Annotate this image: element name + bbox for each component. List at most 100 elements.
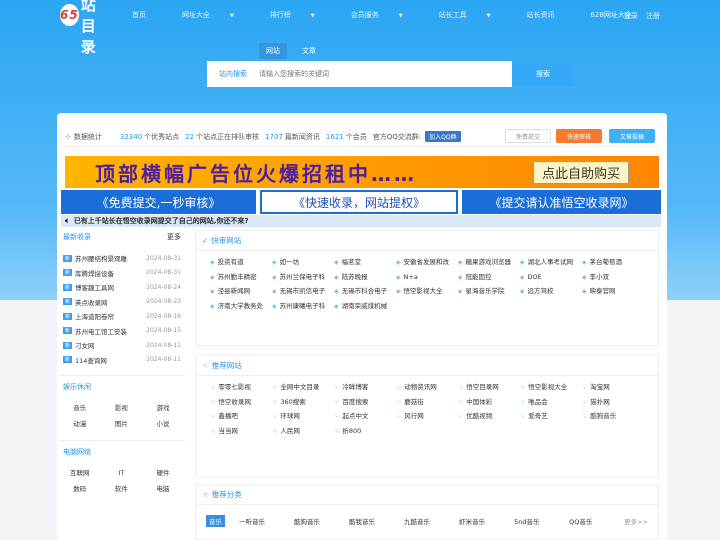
computer-link[interactable]: IT: [101, 465, 143, 481]
list-item[interactable]: 新刁女网 2024-08-11: [59, 338, 185, 353]
recommend-site-link[interactable]: ☜ 动物资讯网: [396, 380, 458, 395]
fast-site-link[interactable]: ◈ 苏州康曦电子科: [272, 299, 334, 314]
recommend-site-link[interactable]: ☜ 鑫播吧: [210, 409, 272, 424]
computer-link[interactable]: 电脑: [142, 481, 184, 497]
leisure-link[interactable]: 小说: [142, 416, 184, 432]
leisure-link[interactable]: 音乐: [59, 400, 101, 416]
fast-site-link[interactable]: ◈ 苏州兰保电子科: [272, 270, 334, 285]
top-banner-ad[interactable]: 顶部横幅广告位火爆招租中…… 点此自助购买: [65, 156, 659, 188]
fast-site-link[interactable]: ◈ 安徽省发展和改: [396, 255, 458, 270]
fast-site-link[interactable]: ◈ 悟空影视大全: [396, 284, 458, 299]
recommend-site-link[interactable]: ☜ 淘宝网: [582, 380, 644, 395]
recommend-site-link[interactable]: ☜ 冷眸博客: [334, 380, 396, 395]
computer-link[interactable]: 软件: [101, 481, 143, 497]
fast-site-link[interactable]: ◈ 冠能固控: [458, 270, 520, 285]
fast-site-link[interactable]: ◈ 无锡市凯信电子: [272, 284, 334, 299]
fast-site-link[interactable]: ◈ 茅台葡萄酒: [582, 255, 644, 270]
nav-item-5[interactable]: 站长资讯: [526, 10, 572, 20]
recommend-site-link[interactable]: ☜ 环球网: [272, 409, 334, 424]
category-link[interactable]: 酷狗音乐: [294, 516, 349, 526]
tab-site[interactable]: 网站: [259, 43, 287, 59]
fast-site-link[interactable]: ◈ 苏州勤丰精密: [210, 270, 272, 285]
search-button[interactable]: 搜索: [512, 61, 574, 87]
banner-buy-button[interactable]: 点此自助购买: [532, 161, 629, 184]
nav-item-4[interactable]: 站长工具 ▼: [439, 10, 509, 20]
recommend-site-link[interactable]: ☜ 酷狗音乐: [582, 409, 644, 424]
recommend-site-link[interactable]: ☜ 悟空目录网: [458, 380, 520, 395]
computer-link[interactable]: 互联网: [59, 465, 101, 481]
fast-site-link[interactable]: ◈ 糖果游戏浏览器: [458, 255, 520, 270]
nav-item-2[interactable]: 排行榜 ▼: [270, 10, 333, 20]
recommend-site-link[interactable]: ☜ 零零七影视: [210, 380, 272, 395]
search-input[interactable]: [259, 70, 512, 78]
category-tag[interactable]: 音乐: [206, 515, 225, 527]
leisure-link[interactable]: 影视: [101, 400, 143, 416]
fast-site-link[interactable]: ◈ 远方驾校: [520, 284, 582, 299]
fast-site-link[interactable]: ◈ 湖北人事考试网: [520, 255, 582, 270]
category-link[interactable]: 一听音乐: [239, 516, 294, 526]
list-item[interactable]: 新上海道阳卷帘 2024-08-16: [59, 309, 185, 324]
promo-bar-3[interactable]: 《提交请认准悟空收录网》: [462, 190, 661, 214]
recommend-site-link[interactable]: ☜ 全网中文目录: [272, 380, 334, 395]
recommend-site-link[interactable]: ☜ 人民网: [272, 424, 334, 439]
fast-site-link[interactable]: ◈ 星海音乐学院: [458, 284, 520, 299]
promo-bar-1[interactable]: 《免费提交,一秒审核》: [61, 190, 256, 214]
fast-site-link[interactable]: ◈ 映泰官网: [582, 284, 644, 299]
recommend-site-link[interactable]: ☜ 猫扑网: [582, 395, 644, 410]
article-submit-button[interactable]: 文章投稿: [609, 129, 655, 143]
nav-item-0[interactable]: 首页: [132, 10, 164, 20]
fast-site-link[interactable]: ◈ 无锡市科合电子: [334, 284, 396, 299]
category-link[interactable]: 九酷音乐: [404, 516, 459, 526]
fast-site-link[interactable]: ◈ 陆苏晚报: [334, 270, 396, 285]
leisure-link[interactable]: 动漫: [59, 416, 101, 432]
recommend-site-link[interactable]: ☜ 360搜索: [272, 395, 334, 410]
category-link[interactable]: 酷我音乐: [349, 516, 404, 526]
free-submit-button[interactable]: 免费提交: [505, 129, 551, 143]
list-item[interactable]: 新芙点收录网 2024-08-23: [59, 295, 185, 310]
fast-review-button[interactable]: 快速审核: [556, 129, 602, 143]
site-logo[interactable]: 65 网站目录: [60, 0, 100, 57]
category-link[interactable]: QQ音乐: [569, 516, 624, 526]
list-item[interactable]: 新苏州电工馆工安装 2024-08-15: [59, 324, 185, 339]
fast-site-link[interactable]: ◈ 投资有道: [210, 255, 272, 270]
list-item[interactable]: 新 114查询网 2024-08-11: [59, 353, 185, 368]
recommend-site-link[interactable]: ☜ 悟空收录网: [210, 395, 272, 410]
latest-more-link[interactable]: 更多: [167, 232, 181, 242]
register-link[interactable]: 注册: [646, 12, 660, 20]
recommend-site-link[interactable]: ☜ 百度搜索: [334, 395, 396, 410]
recommend-site-link[interactable]: ☜ 爱奇艺: [520, 409, 582, 424]
recommend-site-link[interactable]: ☜ 蘑菇街: [396, 395, 458, 410]
category-link[interactable]: 5nd音乐: [514, 516, 569, 526]
recommend-site-link[interactable]: ☜ 折800: [334, 424, 396, 439]
recommend-site-link[interactable]: ☜ 风行网: [396, 409, 458, 424]
category-link[interactable]: 虾米音乐: [459, 516, 514, 526]
login-link[interactable]: 登录: [624, 12, 638, 20]
recommend-site-link[interactable]: ☜ 中国体彩: [458, 395, 520, 410]
fast-site-link[interactable]: ◈ 如一坊: [272, 255, 334, 270]
fast-site-link[interactable]: ◈ DOE: [520, 270, 582, 285]
fast-site-link[interactable]: ◈ N+a: [396, 270, 458, 285]
category-more-link[interactable]: 更多>>: [624, 516, 648, 526]
leisure-link[interactable]: 图片: [101, 416, 143, 432]
fast-site-link[interactable]: ◈ 湖南荣威煤机械: [334, 299, 396, 314]
nav-item-1[interactable]: 网址大全 ▼: [182, 10, 252, 20]
promo-bar-2[interactable]: 《快速收录，网站提权》: [260, 190, 458, 214]
recommend-site-link[interactable]: ☜ 悟空影视大全: [520, 380, 582, 395]
recommend-site-link[interactable]: ☜ 唯品会: [520, 395, 582, 410]
list-item[interactable]: 新库腾焊接设备 2024-08-31: [59, 266, 185, 281]
computer-link[interactable]: 数码: [59, 481, 101, 497]
fast-site-link[interactable]: ◈ 福茗堂: [334, 255, 396, 270]
nav-item-3[interactable]: 会员服务 ▼: [351, 10, 421, 20]
recommend-site-link[interactable]: ☜ 优酷视频: [458, 409, 520, 424]
fast-site-link[interactable]: ◈ 李小双: [582, 270, 644, 285]
recommend-site-link[interactable]: ☜ 起点中文: [334, 409, 396, 424]
tab-article[interactable]: 文章: [295, 43, 323, 59]
fast-site-link[interactable]: ◈ 泾县新闻网: [210, 284, 272, 299]
recommend-site-link[interactable]: ☜ 当当网: [210, 424, 272, 439]
fast-site-link[interactable]: ◈ 济南大学教务处: [210, 299, 272, 314]
list-item[interactable]: 新苏州腰结构景观雕 2024-08-31: [59, 251, 185, 266]
computer-link[interactable]: 硬件: [142, 465, 184, 481]
leisure-link[interactable]: 游戏: [142, 400, 184, 416]
list-item[interactable]: 新博客趣工具网 2024-08-24: [59, 280, 185, 295]
join-qq-button[interactable]: 加入QQ群: [425, 131, 461, 142]
